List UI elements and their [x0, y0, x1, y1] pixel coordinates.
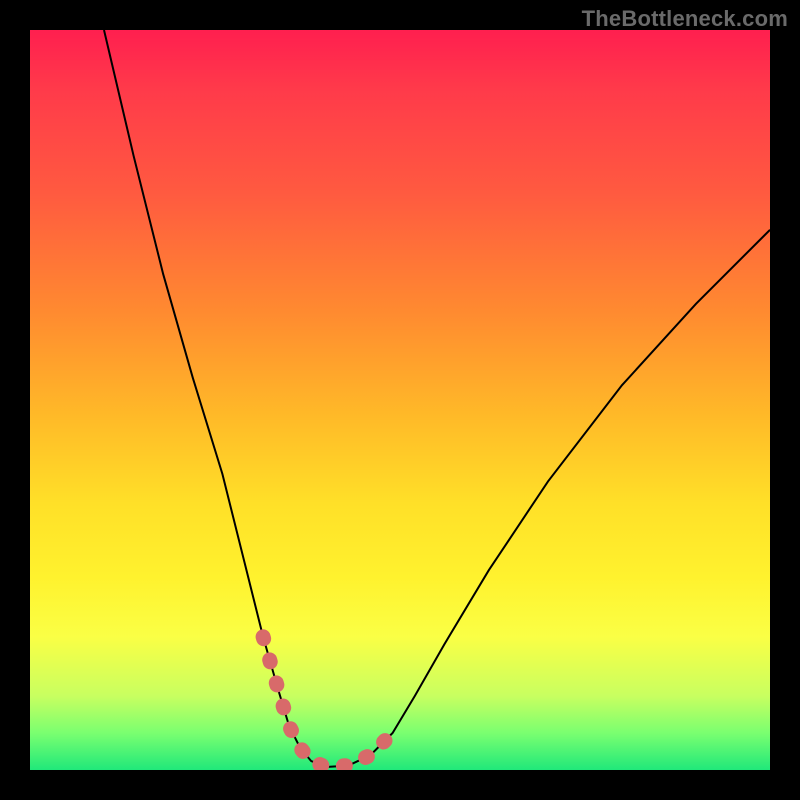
curve-svg: [30, 30, 770, 770]
gradient-plot-area: [30, 30, 770, 770]
watermark-text: TheBottleneck.com: [582, 6, 788, 32]
trough-highlight: [263, 637, 393, 767]
main-curve: [104, 30, 770, 767]
chart-stage: TheBottleneck.com: [0, 0, 800, 800]
